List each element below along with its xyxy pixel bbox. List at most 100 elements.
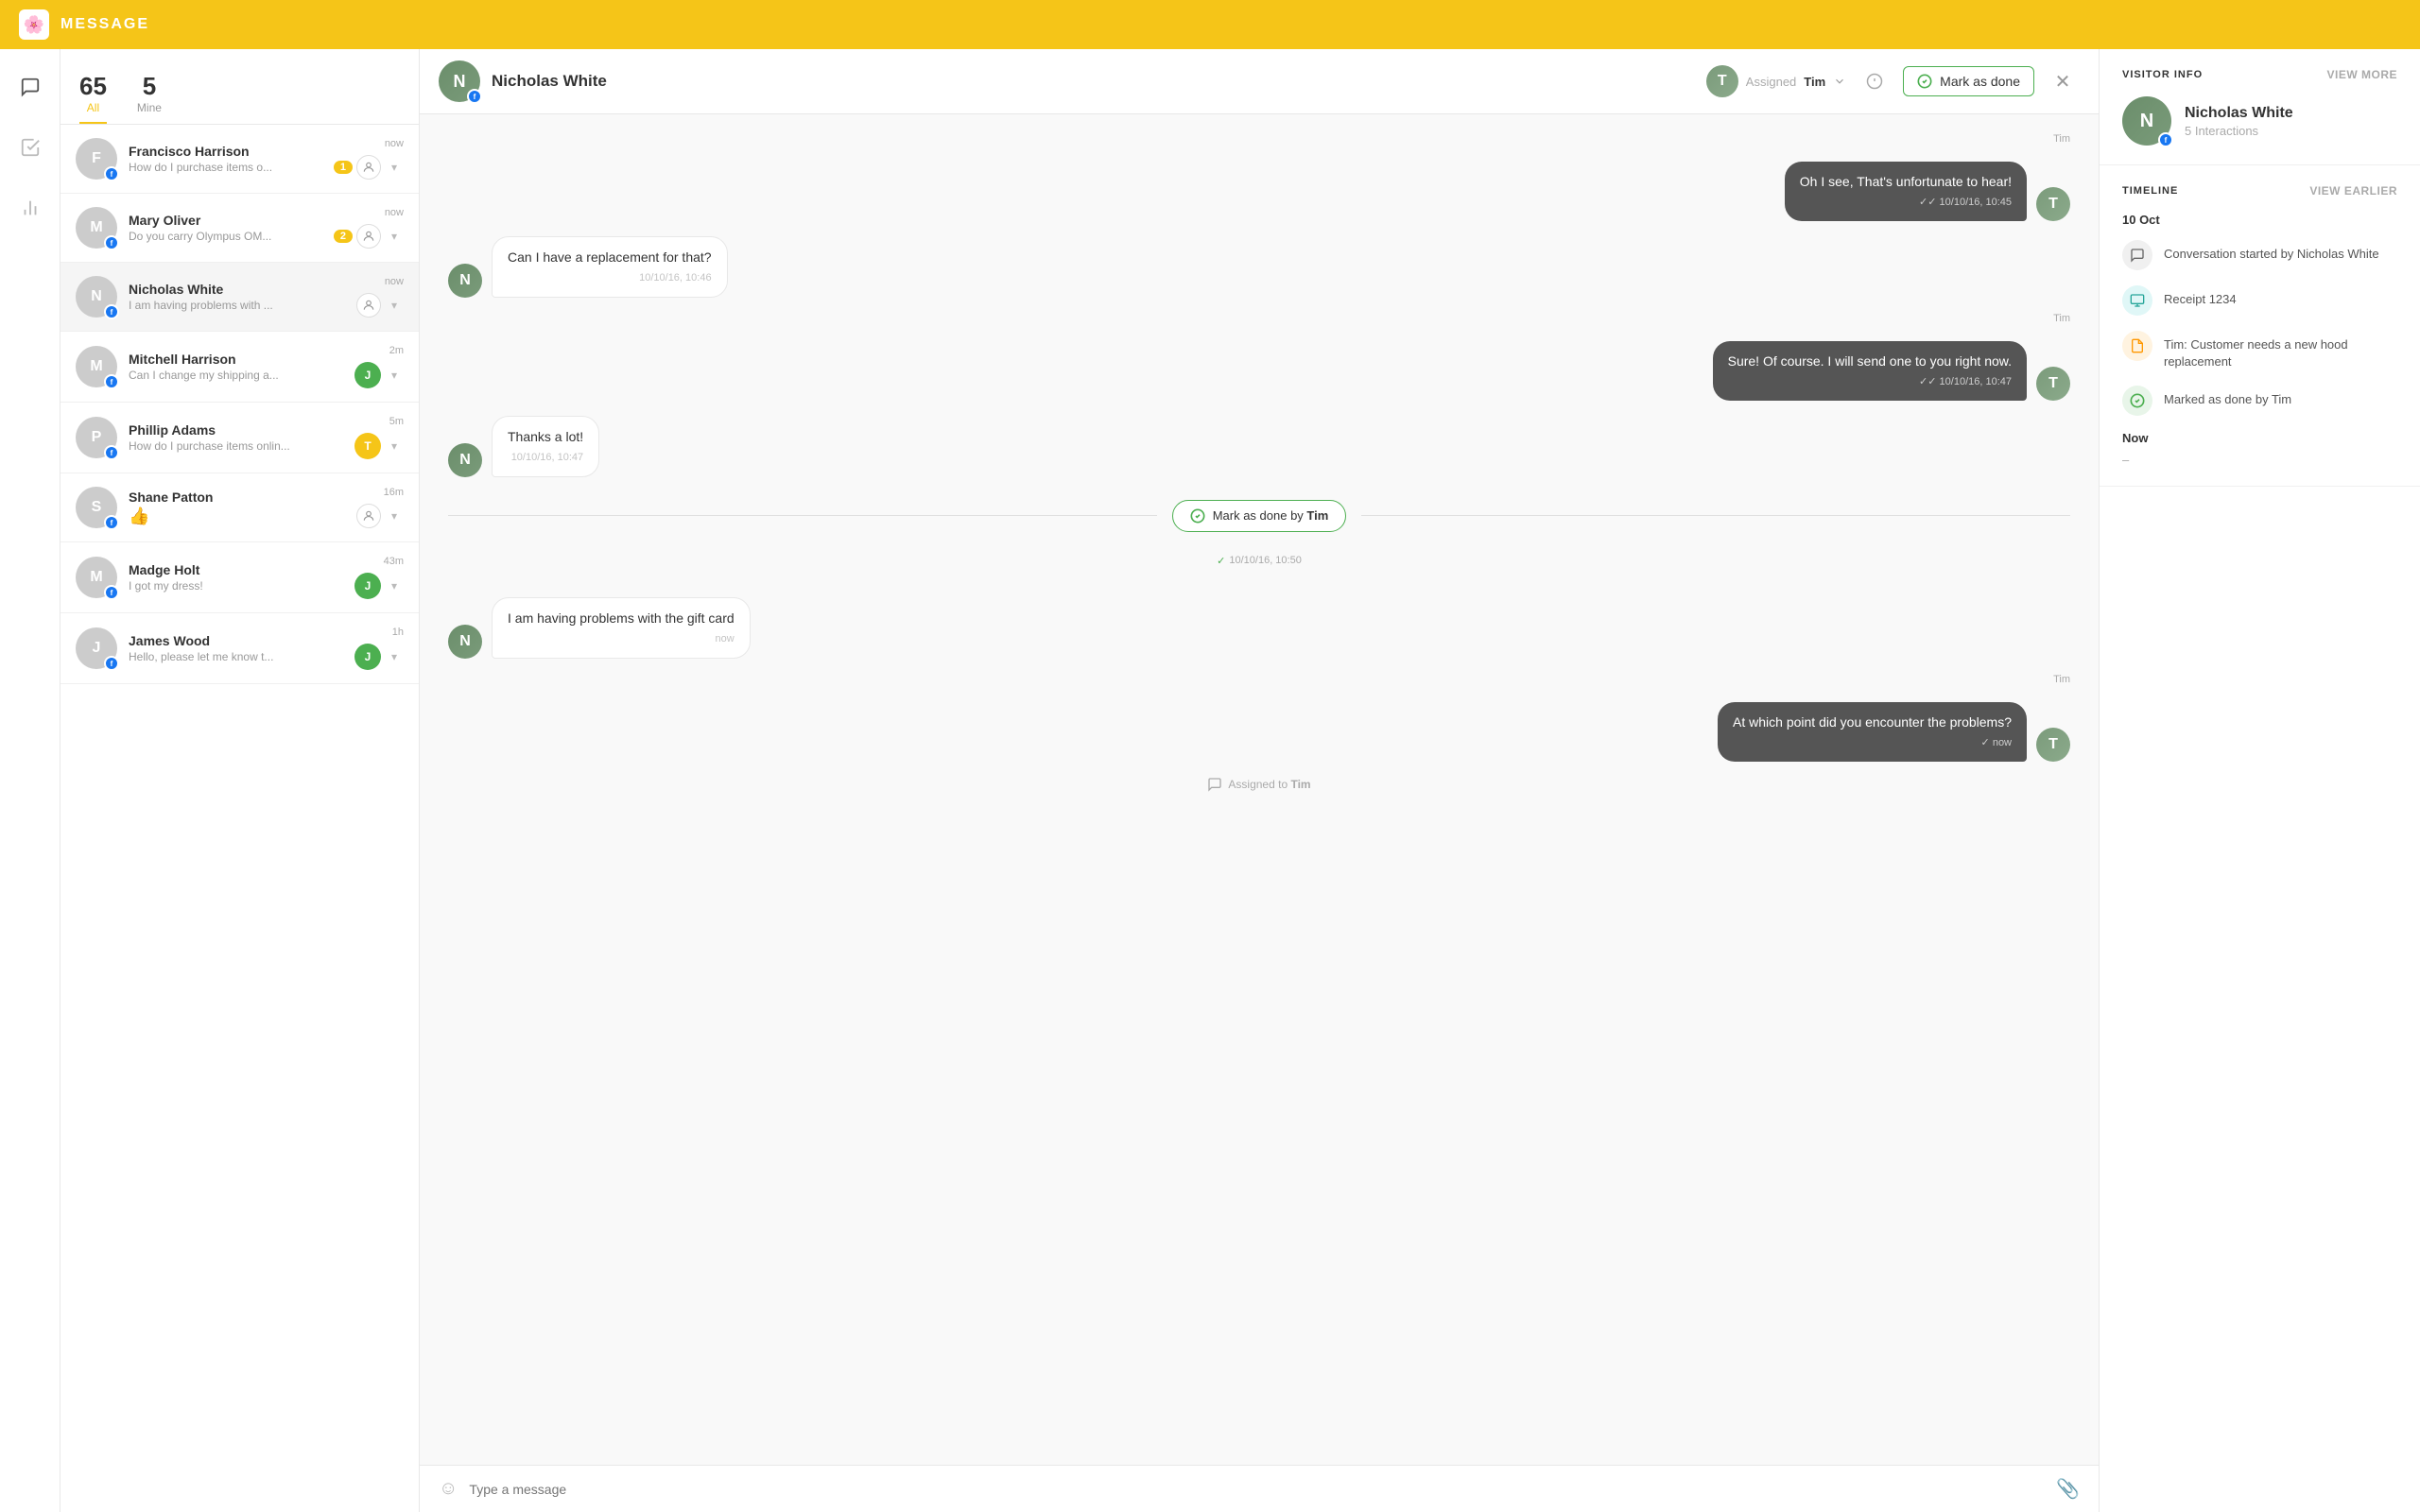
- mine-label: Mine: [137, 101, 162, 114]
- list-item[interactable]: F f Francisco Harrison How do I purchase…: [60, 125, 419, 194]
- assign-button[interactable]: [356, 224, 381, 249]
- sender-label: Tim: [448, 674, 2070, 685]
- message-time: 10/10/16, 10:46: [508, 271, 712, 285]
- sender-label: Tim: [448, 133, 2070, 145]
- message-time: ✓✓ 10/10/16, 10:45: [1800, 196, 2012, 210]
- list-item[interactable]: M f Mitchell Harrison Can I change my sh…: [60, 332, 419, 403]
- topbar: 🌸 MESSAGE: [0, 0, 2420, 49]
- message-text: Oh I see, That's unfortunate to hear!: [1800, 174, 2012, 189]
- expand-button[interactable]: ▾: [385, 296, 404, 315]
- message-time: 1h: [392, 627, 404, 638]
- message-input[interactable]: [469, 1482, 2045, 1497]
- message-time: 43m: [384, 556, 404, 567]
- all-count: 65: [79, 72, 107, 101]
- fb-badge: f: [104, 656, 119, 671]
- expand-button[interactable]: ▾: [385, 647, 404, 666]
- assigned-system-message: Assigned to Tim: [448, 777, 2070, 792]
- message-bubble: Can I have a replacement for that? 10/10…: [492, 236, 728, 298]
- agent-avatar: J: [354, 362, 381, 388]
- conv-content: Nicholas White I am having problems with…: [129, 282, 345, 312]
- message-preview: Do you carry Olympus OM...: [129, 230, 322, 243]
- conv-content: Madge Holt I got my dress!: [129, 562, 343, 593]
- visitor-name: Nicholas White: [2185, 105, 2293, 122]
- assigned-section: T Assigned Tim: [1706, 65, 1846, 97]
- agent-message-avatar: T: [2036, 367, 2070, 401]
- message-row: N Thanks a lot! 10/10/16, 10:47: [448, 416, 2070, 477]
- timeline-item: Conversation started by Nicholas White: [2122, 240, 2397, 270]
- expand-button[interactable]: ▾: [385, 507, 404, 525]
- message-preview: 👍: [129, 507, 345, 526]
- info-button[interactable]: [1858, 64, 1892, 98]
- timeline-item: Receipt 1234: [2122, 285, 2397, 316]
- mark-done-button[interactable]: Mark as done: [1903, 66, 2034, 96]
- timeline-item-text: Tim: Customer needs a new hood replaceme…: [2164, 331, 2397, 370]
- conv-actions: ▾: [356, 155, 404, 180]
- assign-button[interactable]: [356, 155, 381, 180]
- timeline-icon: [2122, 240, 2152, 270]
- tab-mine[interactable]: 5 Mine: [137, 72, 162, 124]
- visitor-info-section: VISITOR INFO VIEW MORE N f Nicholas Whit…: [2100, 49, 2420, 165]
- agent-avatar: J: [354, 573, 381, 599]
- message-time: now: [385, 207, 404, 218]
- close-button[interactable]: ✕: [2046, 64, 2080, 98]
- check-circle-icon: [1917, 74, 1932, 89]
- expand-button[interactable]: ▾: [385, 158, 404, 177]
- conv-content: James Wood Hello, please let me know t..…: [129, 633, 343, 663]
- avatar: F f: [76, 138, 117, 180]
- contact-avatar: N f: [439, 60, 480, 102]
- list-item[interactable]: J f James Wood Hello, please let me know…: [60, 613, 419, 684]
- message-time: now: [508, 632, 735, 646]
- message-preview: How do I purchase items o...: [129, 161, 322, 174]
- conv-content: Shane Patton 👍: [129, 490, 345, 526]
- conv-meta: 5m T ▾: [354, 416, 404, 459]
- view-earlier-button[interactable]: VIEW EARLIER: [2309, 184, 2397, 198]
- message-text: Sure! Of course. I will send one to you …: [1728, 353, 2012, 369]
- list-item[interactable]: P f Phillip Adams How do I purchase item…: [60, 403, 419, 473]
- avatar: M f: [76, 207, 117, 249]
- assigned-message-text: Assigned to Tim: [1228, 778, 1310, 791]
- visitor-info-card: N f Nicholas White 5 Interactions: [2122, 96, 2397, 146]
- timeline-item: Tim: Customer needs a new hood replaceme…: [2122, 331, 2397, 370]
- timeline-item-text: Conversation started by Nicholas White: [2164, 240, 2379, 263]
- message-time: now: [385, 276, 404, 287]
- agent-message-avatar: T: [2036, 187, 2070, 221]
- view-more-button[interactable]: VIEW MORE: [2326, 68, 2397, 81]
- main-layout: 65 All 5 Mine F f Francisco Harrison How…: [0, 49, 2420, 1512]
- conv-tabs: 65 All 5 Mine: [79, 72, 400, 124]
- assigned-agent-avatar: T: [1706, 65, 1738, 97]
- expand-button[interactable]: ▾: [385, 366, 404, 385]
- conv-meta: 2m J ▾: [354, 345, 404, 388]
- agent-avatar: T: [354, 433, 381, 459]
- contact-name: Nicholas White: [129, 282, 345, 297]
- app-logo: 🌸: [19, 9, 49, 40]
- tab-all[interactable]: 65 All: [79, 72, 107, 124]
- chat-input-area: ☺ 📎: [420, 1465, 2099, 1512]
- sidebar-item-chat[interactable]: [11, 68, 49, 106]
- contact-name: Phillip Adams: [129, 422, 343, 438]
- conv-meta: now ▾: [356, 276, 404, 318]
- assign-button[interactable]: [356, 293, 381, 318]
- attachment-icon[interactable]: 📎: [2056, 1477, 2080, 1501]
- avatar: J f: [76, 627, 117, 669]
- timeline-now-content: –: [2122, 453, 2397, 467]
- expand-button[interactable]: ▾: [385, 227, 404, 246]
- expand-button[interactable]: ▾: [385, 437, 404, 455]
- message-row: N Can I have a replacement for that? 10/…: [448, 236, 2070, 298]
- sidebar-item-analytics[interactable]: [11, 189, 49, 227]
- list-item[interactable]: M f Mary Oliver Do you carry Olympus OM.…: [60, 194, 419, 263]
- system-message: Mark as done by Tim: [448, 500, 2070, 532]
- expand-button[interactable]: ▾: [385, 576, 404, 595]
- list-item[interactable]: N f Nicholas White I am having problems …: [60, 263, 419, 332]
- chat-header: N f Nicholas White T Assigned Tim Mark a…: [420, 49, 2099, 114]
- visitor-avatar: N f: [2122, 96, 2171, 146]
- timeline-icon: [2122, 386, 2152, 416]
- message-bubble: Thanks a lot! 10/10/16, 10:47: [492, 416, 599, 477]
- chevron-down-icon[interactable]: [1833, 75, 1846, 88]
- emoji-icon[interactable]: ☺: [439, 1478, 458, 1500]
- list-item[interactable]: M f Madge Holt I got my dress! 43m J ▾: [60, 542, 419, 613]
- app-title: MESSAGE: [60, 16, 149, 33]
- assign-button[interactable]: [356, 504, 381, 528]
- mark-done-system-bubble: Mark as done by Tim: [1172, 500, 1347, 532]
- list-item[interactable]: S f Shane Patton 👍 16m ▾: [60, 473, 419, 542]
- sidebar-item-tasks[interactable]: [11, 129, 49, 166]
